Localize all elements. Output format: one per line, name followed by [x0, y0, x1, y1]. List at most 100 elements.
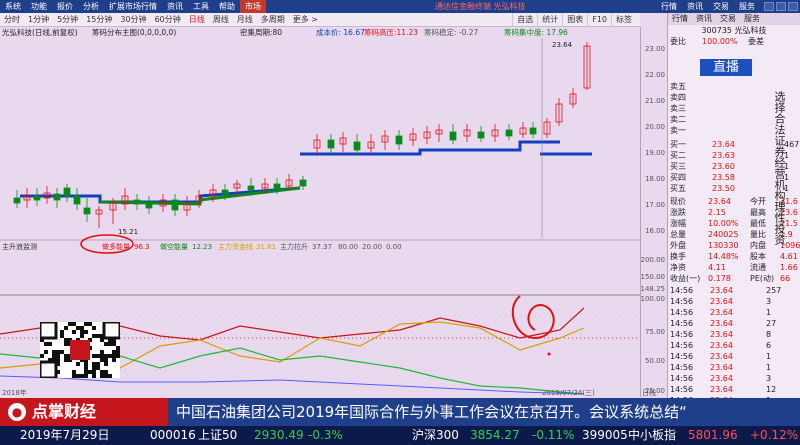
- menu-bar: 系统 功能 报价 分析 扩展市场行情 资讯 工具 帮助 市场 通达信金融终端 光…: [0, 0, 800, 13]
- qr-module: [64, 338, 68, 342]
- label-stable: 筹码稳定: -0.27: [424, 28, 479, 37]
- menu-right-quote[interactable]: 行情: [656, 0, 682, 13]
- label-top: 筹码集中度: 17.96: [504, 28, 568, 37]
- qr-module: [104, 374, 108, 378]
- qr-module: [100, 354, 104, 358]
- trading-terminal: 系统 功能 报价 分析 扩展市场行情 资讯 工具 帮助 市场 通达信金融终端 光…: [0, 0, 800, 445]
- tick-row: 14:5623.641: [670, 352, 772, 361]
- period-toolbar: 分时 1分钟 5分钟 15分钟 30分钟 60分钟 日线 周线 月线 多周期 更…: [0, 13, 640, 27]
- period-30min[interactable]: 30分钟: [116, 13, 150, 27]
- price-high-label: 23.64: [552, 41, 573, 49]
- tab-service[interactable]: 服务: [740, 13, 764, 25]
- lower-item-1-label: 做空能量: [160, 242, 188, 251]
- menu-right-trade[interactable]: 交易: [708, 0, 734, 13]
- period-60min[interactable]: 60分钟: [151, 13, 185, 27]
- lower-title: 主升浪监测: [2, 242, 37, 251]
- axis-tick: 148.25: [640, 285, 666, 293]
- tag-button[interactable]: 标签: [611, 13, 636, 27]
- qr-module: [68, 322, 72, 326]
- menu-tab-market[interactable]: 市场: [240, 0, 266, 13]
- index-2-value: 5801.96: [688, 428, 738, 442]
- live-button[interactable]: 直播: [700, 59, 752, 76]
- period-5min[interactable]: 5分钟: [53, 13, 82, 27]
- qr-module: [104, 354, 108, 358]
- qr-module: [60, 350, 64, 354]
- news-ticker: ● 点掌财经 中国石油集团公司2019年国际合作与外事工作会议在京召开。会议系统…: [0, 398, 800, 426]
- watchlist-button[interactable]: 自选: [512, 13, 537, 27]
- logo-mark-icon: ●: [8, 403, 26, 421]
- qr-module: [112, 350, 116, 354]
- candle-body: [133, 199, 141, 205]
- menu-item-help[interactable]: 帮助: [214, 0, 240, 13]
- qr-module: [84, 322, 88, 326]
- annotation-scribble: [511, 295, 555, 340]
- brand-name: 点掌财经: [32, 402, 97, 421]
- maximize-icon[interactable]: [776, 2, 786, 11]
- period-more[interactable]: 更多 >: [289, 13, 322, 27]
- index-2-name: 中小板指: [628, 428, 677, 442]
- index-1-value: 3854.27: [470, 428, 520, 442]
- tab-market[interactable]: 行情: [668, 13, 692, 25]
- index-0-change: -0.3%: [308, 428, 343, 442]
- weibi-label: 委比: [670, 37, 686, 46]
- qr-module: [100, 374, 104, 378]
- menu-right-news[interactable]: 资讯: [682, 0, 708, 13]
- tab-trade[interactable]: 交易: [716, 13, 740, 25]
- menu-item-analysis[interactable]: 分析: [78, 0, 104, 13]
- weicha-label: 委差: [748, 37, 764, 46]
- stat-row: 收益(一) 0.178 PE(动) 66: [670, 274, 791, 283]
- qr-module: [60, 330, 64, 334]
- sell-row: 卖五: [670, 82, 686, 91]
- menu-right-service[interactable]: 服务: [734, 0, 760, 13]
- tab-news[interactable]: 资讯: [692, 13, 716, 25]
- f10-button[interactable]: F10: [587, 13, 611, 27]
- qr-module: [76, 362, 80, 366]
- period-day[interactable]: 日线: [185, 13, 209, 27]
- cost-line-blue-2: [300, 140, 560, 156]
- qr-module: [64, 358, 68, 362]
- qr-module: [72, 370, 76, 374]
- index-0-name: 上证50: [198, 428, 238, 442]
- menu-item-news[interactable]: 资讯: [162, 0, 188, 13]
- axis-tick: 18.00: [644, 175, 665, 183]
- stat-row: 净资 4.11 流通 1.66: [670, 263, 798, 272]
- tick-row: 14:5623.643: [670, 374, 772, 383]
- qr-finder: [40, 360, 58, 378]
- qr-center-logo: [70, 340, 90, 360]
- menu-item-ext-market[interactable]: 扩展市场行情: [104, 0, 162, 13]
- qr-module: [88, 322, 92, 326]
- qr-module: [96, 334, 100, 338]
- indicator-name[interactable]: 筹码分布主图(0,0,0,0,0): [92, 27, 176, 38]
- qr-module: [76, 326, 80, 330]
- period-tick[interactable]: 分时: [0, 13, 24, 27]
- period-week[interactable]: 周线: [209, 13, 233, 27]
- index-1-change: -0.11%: [532, 428, 575, 442]
- chip-distribution-lines: [20, 140, 592, 206]
- qr-module: [56, 350, 60, 354]
- qr-module: [104, 342, 108, 346]
- stats-button[interactable]: 统计: [537, 13, 562, 27]
- qr-module: [116, 346, 120, 350]
- period-1min[interactable]: 1分钟: [24, 13, 53, 27]
- tick-row: 14:56 23.64 8: [670, 330, 772, 339]
- news-headline: 中国石油集团公司2019年国际合作与外事工作会议在京召开。会议系统总结“: [176, 403, 687, 421]
- menu-item-quote[interactable]: 报价: [52, 0, 78, 13]
- minimize-icon[interactable]: [764, 2, 774, 11]
- menu-item-tools[interactable]: 工具: [188, 0, 214, 13]
- annotation-dot: [547, 352, 551, 356]
- menu-item-system[interactable]: 系统: [0, 0, 26, 13]
- period-multi[interactable]: 多周期: [257, 13, 289, 27]
- chart-button[interactable]: 图表: [562, 13, 587, 27]
- menu-item-function[interactable]: 功能: [26, 0, 52, 13]
- close-icon[interactable]: [788, 2, 798, 11]
- sell-row: 卖三: [670, 104, 686, 113]
- period-month[interactable]: 月线: [233, 13, 257, 27]
- qr-module: [92, 326, 96, 330]
- candle-body: [53, 193, 61, 201]
- tab-day[interactable]: 日线: [642, 388, 656, 398]
- app-title: 通达信金融终端 光弘科技: [435, 2, 526, 11]
- index-1-name: 沪深300: [412, 428, 459, 442]
- qr-module: [84, 370, 88, 374]
- period-15min[interactable]: 15分钟: [82, 13, 116, 27]
- stock-code: 300735 光弘科技: [701, 26, 767, 35]
